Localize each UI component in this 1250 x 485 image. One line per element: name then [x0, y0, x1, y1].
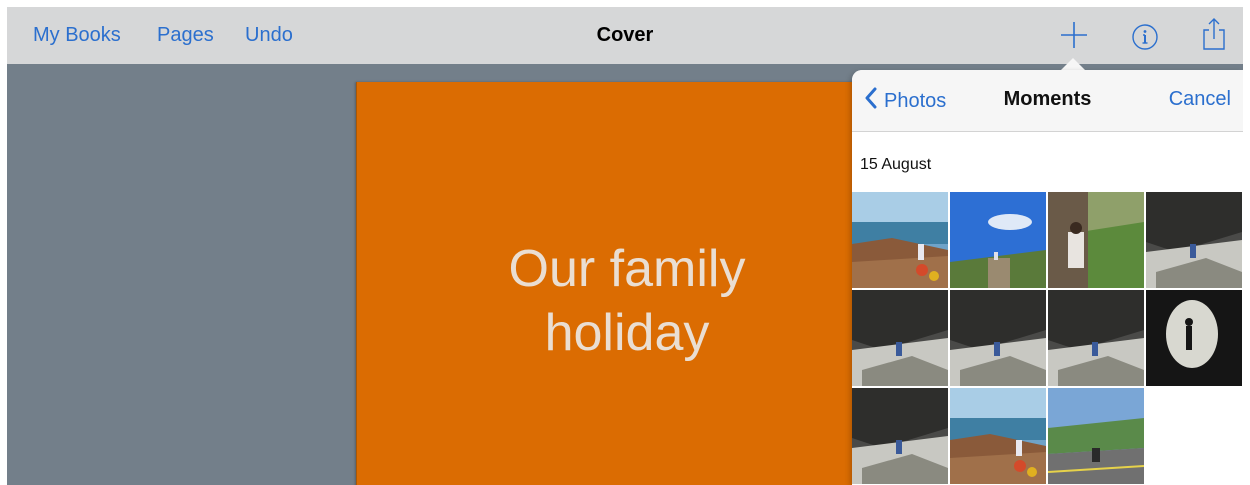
photo-headland-road[interactable]	[1048, 388, 1144, 484]
back-to-photos-button[interactable]: Photos	[864, 87, 946, 115]
photo-rocky-beach-2[interactable]	[950, 290, 1046, 386]
photo-cave-tunnel[interactable]	[1146, 290, 1242, 386]
photo-rocky-cove[interactable]	[950, 388, 1046, 484]
chevron-left-icon	[864, 87, 878, 115]
app-window: My Books Pages Undo Cover Our family hol…	[7, 7, 1243, 485]
undo-button[interactable]: Undo	[245, 24, 293, 47]
photo-rocky-beach-1[interactable]	[852, 290, 948, 386]
back-label: Photos	[884, 89, 947, 112]
photo-picker-popover: Photos Moments Cancel 15 August	[852, 70, 1243, 485]
popover-arrow	[1061, 58, 1085, 70]
photo-cave-shore[interactable]	[1146, 192, 1242, 288]
moment-date-header: 15 August	[860, 156, 932, 173]
my-books-button[interactable]: My Books	[33, 24, 121, 47]
info-icon[interactable]	[1131, 23, 1159, 56]
cover-title[interactable]: Our family holiday	[397, 237, 857, 365]
photo-child-on-grass[interactable]	[1048, 192, 1144, 288]
popover-header: Photos Moments Cancel	[852, 70, 1243, 132]
navigation-bar: My Books Pages Undo Cover	[7, 7, 1243, 65]
cover-page[interactable]: Our family holiday	[356, 82, 877, 485]
photo-steps-blue-sky[interactable]	[950, 192, 1046, 288]
photo-coast-flowers[interactable]	[852, 192, 948, 288]
pages-button[interactable]: Pages	[157, 24, 214, 47]
photo-child-by-rock[interactable]	[852, 388, 948, 484]
cancel-button[interactable]: Cancel	[1169, 88, 1231, 111]
share-icon[interactable]	[1202, 17, 1226, 56]
photo-rock-seaweed[interactable]	[1048, 290, 1144, 386]
plus-icon[interactable]	[1060, 21, 1088, 54]
